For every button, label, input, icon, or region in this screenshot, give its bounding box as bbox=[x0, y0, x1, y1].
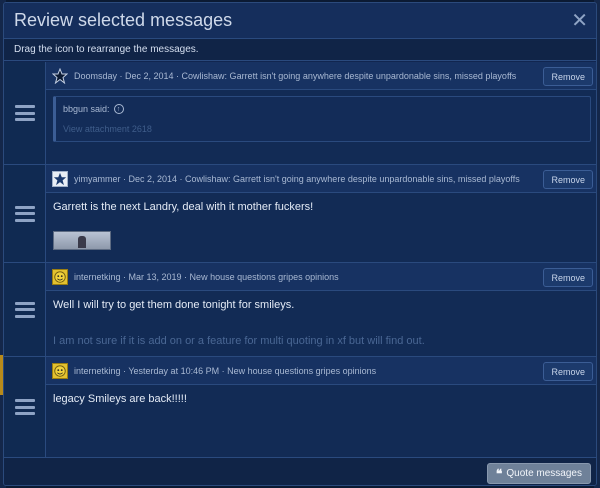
message-meta-text: internetking · Yesterday at 10:46 PM · N… bbox=[74, 365, 377, 376]
review-messages-modal: Review selected messages ✕ Drag the icon… bbox=[3, 2, 597, 486]
message-meta-text: yimyammer · Dec 2, 2014 · Cowlishaw: Gar… bbox=[74, 173, 520, 184]
drag-hint: Drag the icon to rearrange the messages. bbox=[4, 39, 596, 61]
smiley-icon bbox=[52, 268, 68, 285]
hamburger-icon bbox=[14, 399, 35, 415]
quote-icon: ❝ bbox=[495, 466, 503, 481]
message-text: Well I will try to get them done tonight… bbox=[53, 299, 295, 311]
hamburger-icon bbox=[14, 301, 35, 318]
message-text-block: legacy Smileys are back!!!!! bbox=[46, 385, 596, 413]
message-meta: Doomsday · Dec 2, 2014 · Cowlishaw: Garr… bbox=[46, 62, 596, 90]
remove-button[interactable]: Remove bbox=[543, 268, 593, 287]
message-body: yimyammer · Dec 2, 2014 · Cowlishaw: Gar… bbox=[46, 165, 596, 262]
message-body: internetking · Mar 13, 2019 · New house … bbox=[46, 263, 596, 356]
modal-header: Review selected messages ✕ bbox=[4, 3, 596, 39]
message-body: Doomsday · Dec 2, 2014 · Cowlishaw: Garr… bbox=[46, 62, 596, 164]
message-row: internetking · Yesterday at 10:46 PM · N… bbox=[4, 357, 596, 457]
drag-handle[interactable] bbox=[4, 263, 46, 356]
message-meta: yimyammer · Dec 2, 2014 · Cowlishaw: Gar… bbox=[46, 165, 596, 193]
message-meta-text: Doomsday · Dec 2, 2014 · Cowlishaw: Garr… bbox=[74, 70, 517, 81]
smiley-icon bbox=[52, 362, 68, 379]
message-body: internetking · Yesterday at 10:46 PM · N… bbox=[46, 357, 596, 457]
selected-messages-list: Doomsday · Dec 2, 2014 · Cowlishaw: Garr… bbox=[4, 62, 596, 457]
message-row: Doomsday · Dec 2, 2014 · Cowlishaw: Garr… bbox=[4, 62, 596, 165]
image-thumbnail[interactable] bbox=[53, 231, 111, 250]
drag-handle[interactable] bbox=[4, 62, 46, 164]
quote-author-label: bbgun said: bbox=[63, 104, 110, 114]
remove-button[interactable]: Remove bbox=[543, 67, 593, 86]
message-text-block: Garrett is the next Landry, deal with it… bbox=[46, 193, 596, 258]
quote-messages-button[interactable]: ❝ Quote messages bbox=[486, 463, 591, 484]
message-meta-text: internetking · Mar 13, 2019 · New house … bbox=[74, 271, 339, 282]
quote-messages-label: Quote messages bbox=[506, 468, 582, 479]
hamburger-icon bbox=[14, 205, 35, 222]
modal-footer: ❝ Quote messages bbox=[4, 457, 596, 485]
message-text: legacy Smileys are back!!!!! bbox=[53, 393, 187, 405]
message-text-faded: I am not sure if it is add on or a featu… bbox=[53, 335, 425, 347]
attachment-link[interactable]: View attachment 2618 bbox=[63, 124, 583, 134]
drag-handle[interactable] bbox=[4, 357, 46, 457]
message-meta: internetking · Yesterday at 10:46 PM · N… bbox=[46, 357, 596, 385]
drag-handle[interactable] bbox=[4, 165, 46, 262]
star-icon bbox=[52, 170, 68, 187]
quote-author[interactable]: bbgun said: ↑ bbox=[63, 104, 583, 114]
message-row: yimyammer · Dec 2, 2014 · Cowlishaw: Gar… bbox=[4, 165, 596, 263]
quote-block: bbgun said: ↑ View attachment 2618 bbox=[53, 96, 591, 142]
message-row: internetking · Mar 13, 2019 · New house … bbox=[4, 263, 596, 357]
remove-button[interactable]: Remove bbox=[543, 362, 593, 381]
message-meta: internetking · Mar 13, 2019 · New house … bbox=[46, 263, 596, 291]
remove-button[interactable]: Remove bbox=[543, 170, 593, 189]
hamburger-icon bbox=[14, 105, 35, 121]
message-text: Garrett is the next Landry, deal with it… bbox=[53, 201, 314, 213]
message-text-block: Well I will try to get them done tonight… bbox=[46, 291, 596, 355]
arrow-up-icon[interactable]: ↑ bbox=[113, 104, 124, 114]
close-icon[interactable]: ✕ bbox=[571, 11, 588, 31]
star-icon bbox=[52, 67, 68, 84]
modal-title: Review selected messages bbox=[14, 10, 233, 30]
